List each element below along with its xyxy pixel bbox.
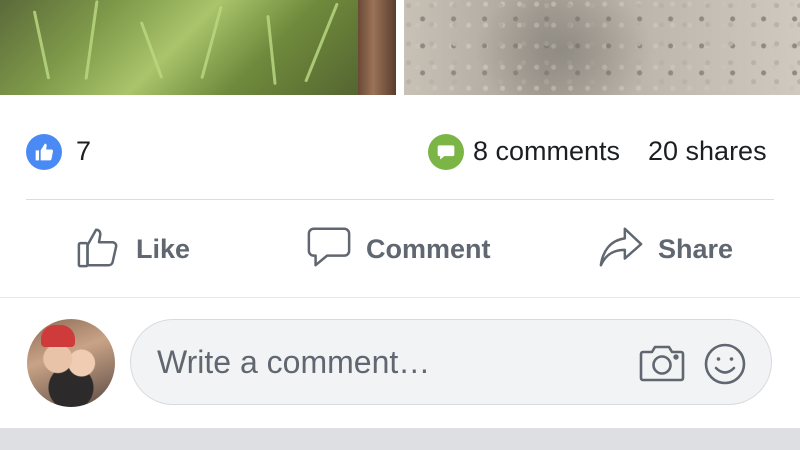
comments-count[interactable]: 8 comments [473,133,620,169]
comment-input-placeholder: Write a comment… [157,344,431,380]
smiley-icon[interactable] [703,342,747,386]
post-photo-concrete[interactable] [404,0,800,95]
share-button[interactable]: Share [598,222,733,276]
comment-input[interactable]: Write a comment… [130,319,772,405]
comment-button[interactable]: Comment [306,222,491,276]
comment-icon [306,224,352,275]
divider [0,297,800,298]
divider [26,199,774,200]
like-reaction-icon[interactable] [26,134,62,170]
like-count[interactable]: 7 [76,133,91,169]
post-photos[interactable] [0,0,800,95]
avatar[interactable] [27,319,115,407]
feed-separator [0,428,800,450]
post-photo-grass[interactable] [0,0,396,95]
like-button[interactable]: Like [76,222,190,276]
comment-button-label: Comment [366,233,491,264]
share-button-label: Share [658,233,734,264]
camera-icon[interactable] [639,342,685,384]
thumbs-up-icon [76,224,122,275]
comment-bubble-icon [428,134,464,170]
shares-count[interactable]: 20 shares [648,133,767,169]
share-arrow-icon [598,224,644,275]
like-button-label: Like [136,233,191,264]
